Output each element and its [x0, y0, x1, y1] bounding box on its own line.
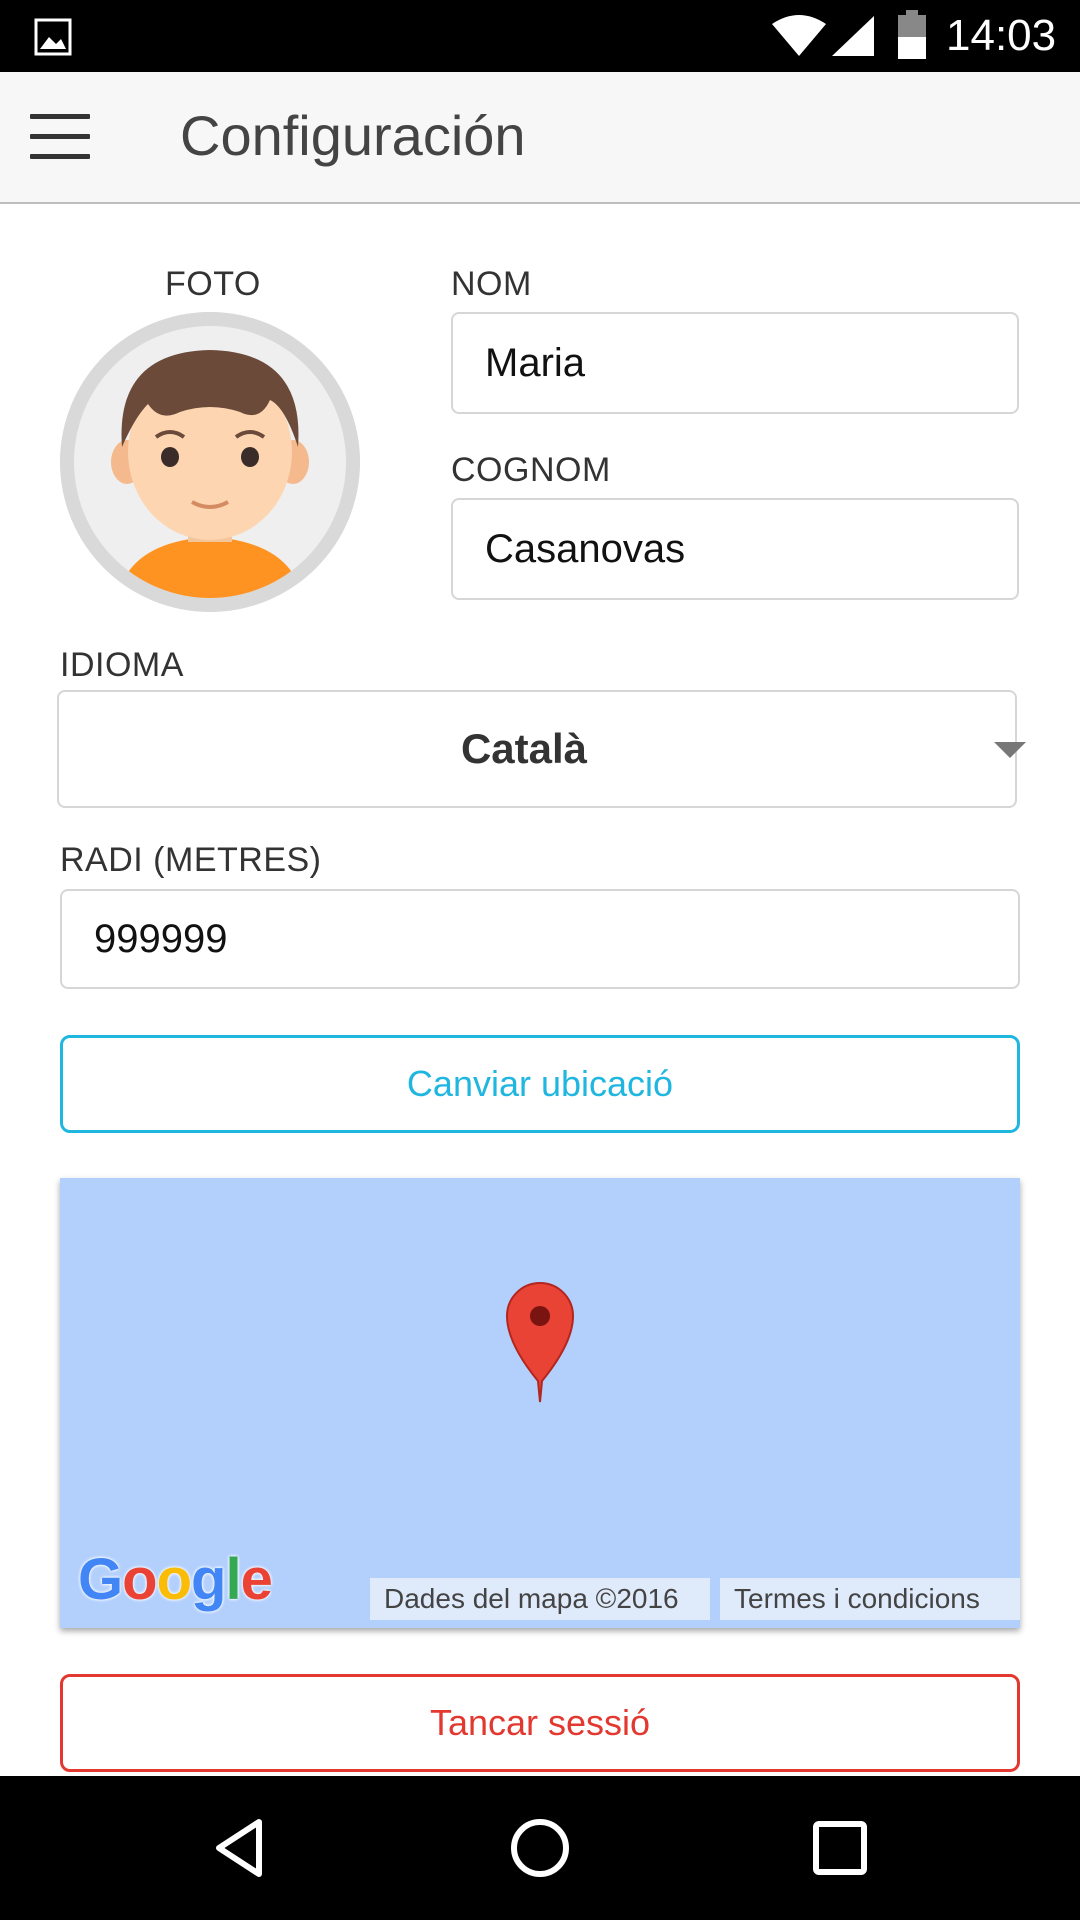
language-selected-value: Català	[460, 725, 588, 772]
change-location-button[interactable]: Canviar ubicació	[60, 1035, 1020, 1133]
map-data-attribution: Dades del mapa ©2016	[370, 1578, 710, 1620]
app-bar: Configuración	[0, 72, 1080, 204]
language-select[interactable]: Català	[57, 690, 1026, 808]
map-terms-link[interactable]: Termes i condicions	[720, 1578, 1020, 1620]
back-icon[interactable]	[205, 1812, 277, 1884]
map-view[interactable]: Google Dades del mapa ©2016 Termes i con…	[60, 1178, 1020, 1628]
logout-button[interactable]: Tancar sessió	[60, 1674, 1020, 1772]
language-label: IDIOMA	[60, 646, 184, 684]
surname-label: COGNOM	[451, 451, 611, 489]
surname-field[interactable]: Casanovas	[451, 498, 1019, 600]
hamburger-menu-icon[interactable]	[30, 114, 90, 160]
map-marker-icon	[505, 1282, 575, 1403]
home-icon[interactable]	[504, 1812, 576, 1884]
signal-icon	[832, 16, 874, 56]
chevron-down-icon	[994, 742, 1026, 758]
page-title: Configuración	[180, 104, 526, 167]
radius-field[interactable]: 999999	[60, 889, 1020, 989]
google-logo: Google	[78, 1547, 273, 1612]
status-bar: 14:03	[0, 0, 1080, 72]
gallery-icon	[34, 18, 72, 56]
recents-icon[interactable]	[804, 1812, 876, 1884]
name-label: NOM	[451, 265, 532, 303]
avatar[interactable]	[60, 312, 360, 612]
battery-icon	[898, 10, 926, 59]
wifi-icon	[772, 15, 826, 56]
avatar-illustration	[60, 312, 360, 612]
system-nav-bar	[0, 1776, 1080, 1920]
radius-label: RADI (METRES)	[60, 841, 322, 879]
status-clock: 14:03	[946, 11, 1057, 60]
photo-label: FOTO	[165, 265, 261, 303]
name-field[interactable]: Maria	[451, 312, 1019, 414]
